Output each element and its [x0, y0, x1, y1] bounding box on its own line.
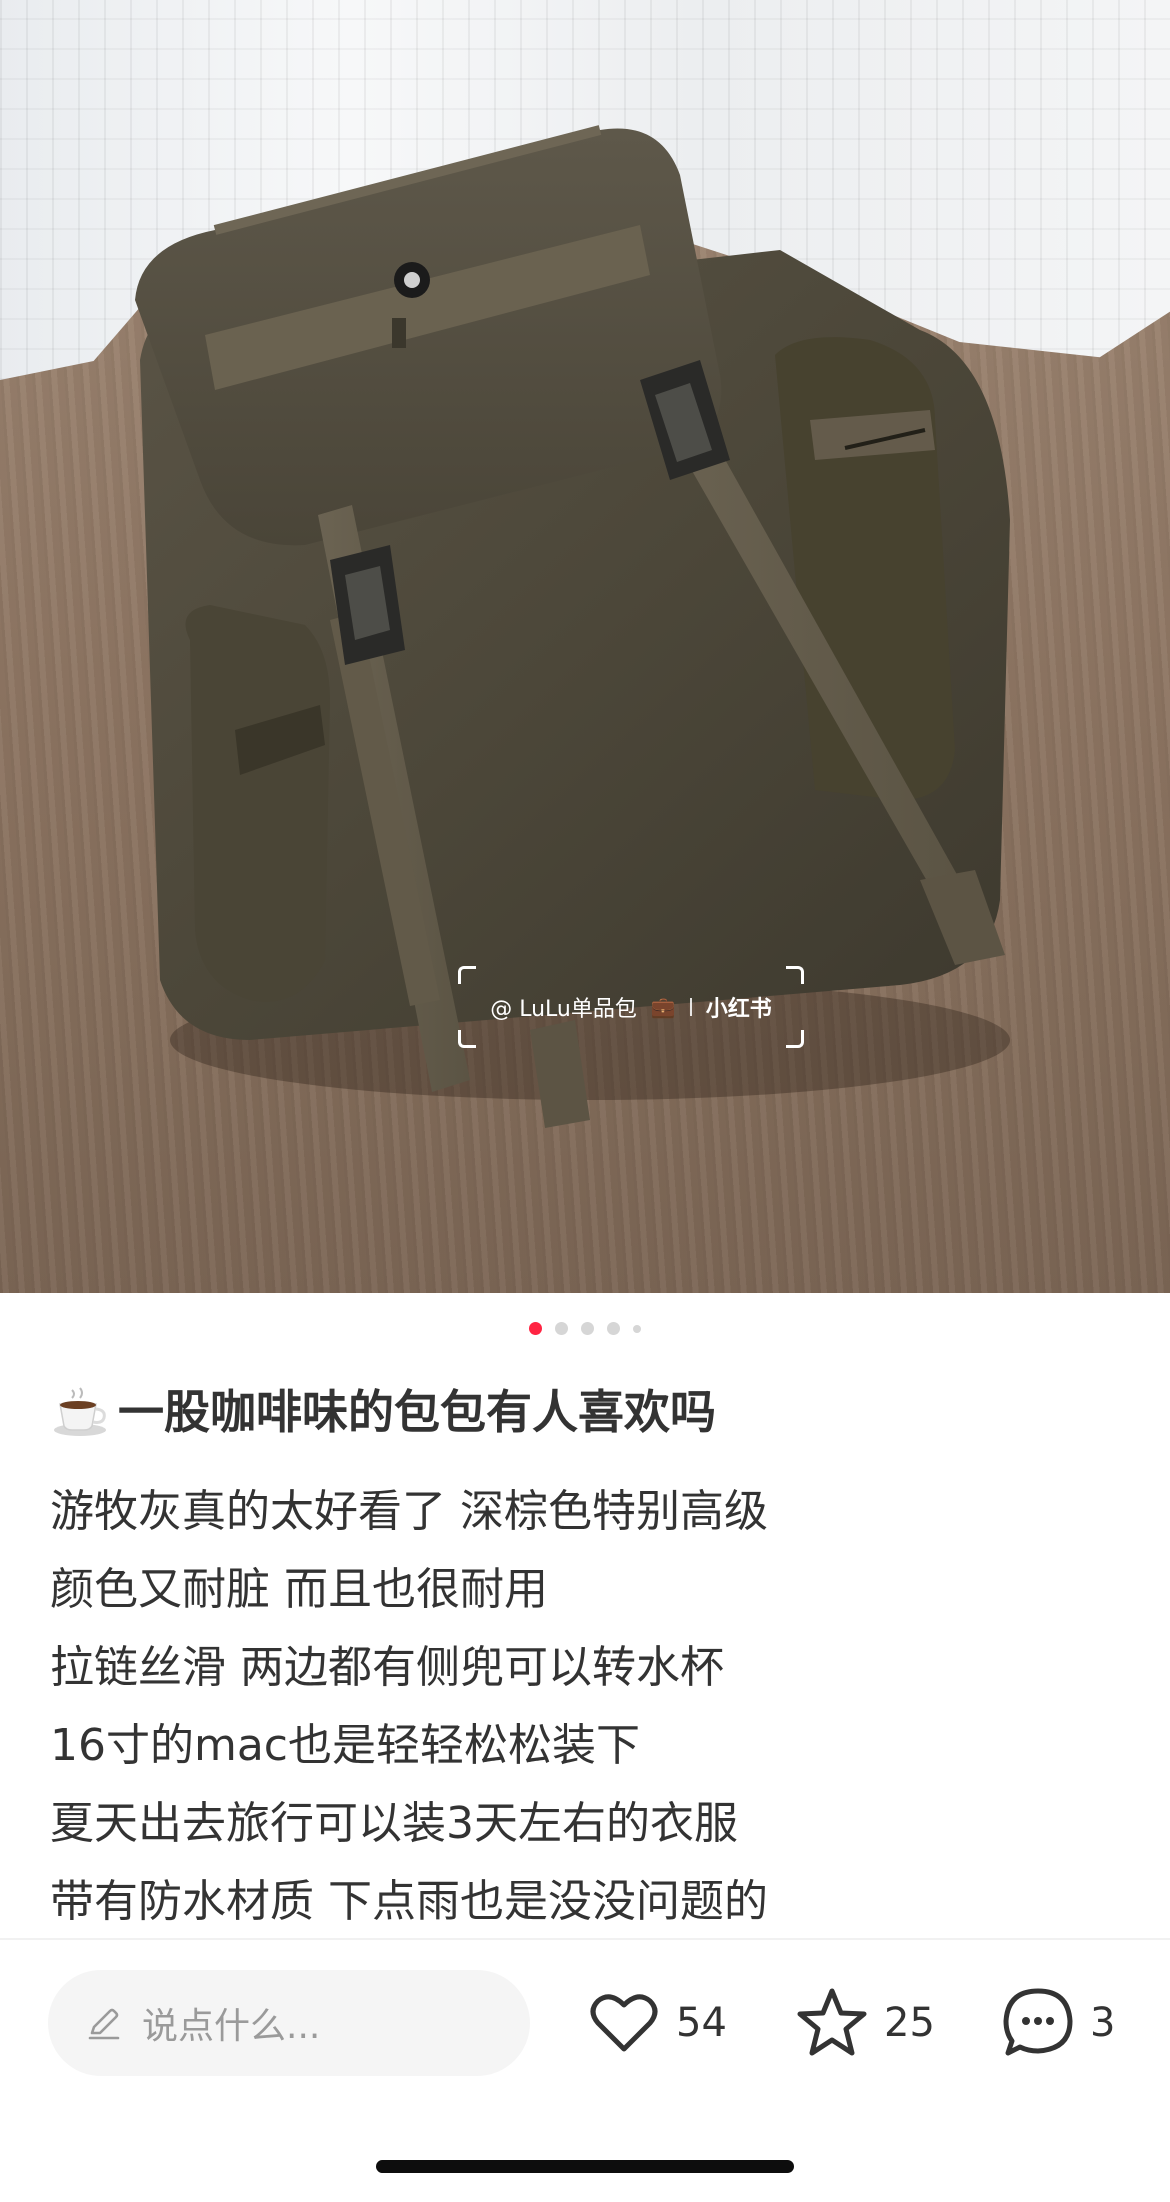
comment-count: 3: [1090, 2000, 1116, 2046]
carousel-dot: [607, 1322, 620, 1335]
heart-icon: [590, 1994, 658, 2052]
carousel-dot-active: [529, 1322, 542, 1335]
watermark-username: @ LuLu单品包: [490, 997, 637, 1022]
like-count: 54: [676, 2000, 727, 2046]
comment-button[interactable]: 3: [998, 1980, 1115, 2066]
coffee-cup-icon: [54, 1387, 106, 1436]
comment-placeholder: 说点什么...: [142, 2006, 321, 2047]
post-body-line: 颜色又耐脏 而且也很耐用: [50, 1564, 548, 1615]
carousel-indicator: [0, 1322, 1170, 1335]
pencil-icon: [88, 2008, 120, 2040]
star-icon: [797, 1988, 867, 2056]
like-button[interactable]: 54: [584, 1980, 727, 2066]
post-body-line: 16寸的mac也是轻轻松松装下: [50, 1720, 641, 1771]
watermark-divider: [689, 998, 692, 1016]
home-indicator[interactable]: [376, 2160, 794, 2173]
post-title: 一股咖啡味的包包有人喜欢吗: [118, 1385, 716, 1439]
post-body-line: 带有防水材质 下点雨也是没没问题的: [50, 1876, 768, 1927]
carousel-dot: [633, 1324, 641, 1333]
post-image[interactable]: @ LuLu单品包 💼 小红书: [0, 0, 1170, 1293]
backpack-illustration: [135, 125, 1010, 1128]
watermark-brand: 小红书: [705, 997, 772, 1022]
collect-count: 25: [884, 2000, 935, 2046]
collect-button[interactable]: 25: [792, 1980, 935, 2066]
comment-input[interactable]: 说点什么...: [48, 1970, 530, 2076]
bottom-bar-divider: [0, 1938, 1170, 1940]
briefcase-icon: 💼: [650, 995, 676, 1019]
carousel-dot: [555, 1322, 568, 1335]
post-body: 游牧灰真的太好看了 深棕色特别高级 颜色又耐脏 而且也很耐用 拉链丝滑 两边都有…: [50, 1473, 1130, 1941]
post-title-row: 一股咖啡味的包包有人喜欢吗: [50, 1378, 1130, 1446]
carousel-dot: [581, 1322, 594, 1335]
post-body-line: 游牧灰真的太好看了 深棕色特别高级: [50, 1486, 768, 1537]
watermark: @ LuLu单品包 💼 小红书: [458, 966, 804, 1048]
post-body-line: 拉链丝滑 两边都有侧兜可以转水杯: [50, 1642, 724, 1693]
post-body-line: 夏天出去旅行可以装3天左右的衣服: [50, 1798, 738, 1849]
comment-bubble-icon: [1003, 1988, 1073, 2056]
